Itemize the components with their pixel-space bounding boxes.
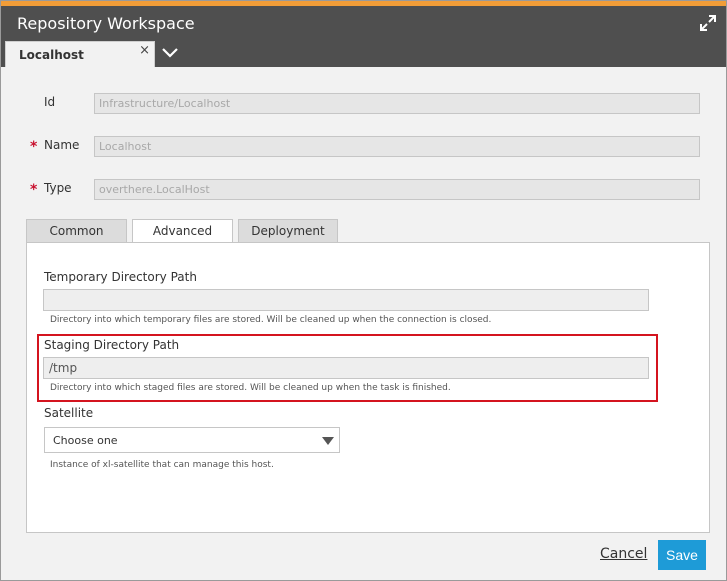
chevron-down-icon[interactable] (161, 43, 179, 61)
type-field[interactable]: overthere.LocalHost (94, 179, 700, 200)
satellite-select[interactable]: Choose one (44, 427, 340, 453)
required-marker: * (30, 182, 38, 198)
save-button[interactable]: Save (658, 540, 706, 570)
temp-dir-input[interactable] (43, 289, 649, 311)
document-tab-strip: Localhost × (1, 39, 726, 67)
staging-dir-label: Staging Directory Path (44, 338, 180, 352)
title-bar: Repository Workspace (1, 1, 726, 39)
document-tab-label: Localhost (19, 48, 84, 62)
id-label: Id (44, 95, 56, 109)
tab-advanced[interactable]: Advanced (132, 219, 233, 244)
name-label: Name (44, 138, 80, 152)
staging-dir-hint: Directory into which staged files are st… (50, 383, 451, 393)
expand-arrows-icon[interactable] (698, 13, 718, 33)
id-field[interactable]: Infrastructure/Localhost (94, 93, 700, 114)
name-field[interactable]: Localhost (94, 136, 700, 157)
dropdown-arrow-icon (322, 437, 334, 445)
repository-workspace-window: Repository Workspace Localhost × Id Infr… (0, 0, 727, 581)
tab-common[interactable]: Common (26, 219, 127, 243)
tab-deployment[interactable]: Deployment (238, 219, 338, 243)
staging-dir-input[interactable]: /tmp (43, 357, 649, 379)
satellite-selected-value: Choose one (53, 434, 118, 447)
satellite-label: Satellite (44, 406, 94, 420)
satellite-hint: Instance of xl-satellite that can manage… (50, 460, 274, 470)
temp-dir-hint: Directory into which temporary files are… (50, 315, 492, 325)
document-tab-localhost[interactable]: Localhost × (5, 41, 155, 67)
required-marker: * (30, 139, 38, 155)
window-title: Repository Workspace (17, 14, 195, 33)
temp-dir-label: Temporary Directory Path (44, 270, 197, 284)
type-label: Type (44, 181, 72, 195)
close-icon[interactable]: × (139, 44, 150, 58)
cancel-button[interactable]: Cancel (600, 546, 647, 562)
